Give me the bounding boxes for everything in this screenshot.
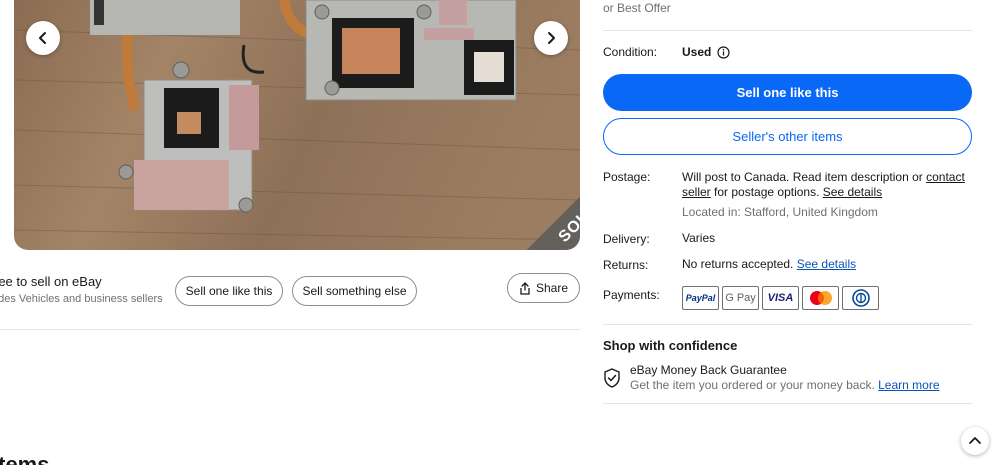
item-image-gallery: SOLD xyxy=(14,0,580,250)
mastercard-icon xyxy=(809,291,832,305)
item-location: Located in: Stafford, United Kingdom xyxy=(682,205,878,219)
diners-club-icon xyxy=(851,289,870,307)
share-button[interactable]: Share xyxy=(507,273,580,303)
postage-see-details-link[interactable]: See details xyxy=(823,185,882,199)
share-icon xyxy=(520,281,530,295)
divider xyxy=(603,324,972,325)
mastercard-logo xyxy=(802,286,839,310)
gpay-text: G Pay xyxy=(725,292,756,304)
divider xyxy=(603,30,972,31)
guarantee-sub-text: Get the item you ordered or your money b… xyxy=(630,378,879,392)
shield-check-icon xyxy=(604,368,620,388)
paypal-text: PayPal xyxy=(685,293,716,303)
learn-more-link[interactable]: Learn more xyxy=(878,378,939,392)
money-back-guarantee-title: eBay Money Back Guarantee xyxy=(630,363,787,377)
section-heading-items: items xyxy=(0,452,50,465)
sell-on-ebay-bar: ree to sell on eBay udes Vehicles and bu… xyxy=(0,268,580,330)
returns-value: No returns accepted. See details xyxy=(682,257,856,272)
payment-methods: PayPal G Pay VISA xyxy=(682,286,879,310)
info-icon[interactable] xyxy=(717,45,730,59)
paypal-logo: PayPal xyxy=(682,286,719,310)
condition-text: Used xyxy=(682,45,712,59)
best-offer-text: or Best Offer xyxy=(603,1,671,15)
diners-club-logo xyxy=(842,286,879,310)
delivery-label: Delivery: xyxy=(603,232,650,246)
sell-bar-title: ree to sell on eBay xyxy=(0,274,102,289)
visa-text: VISA xyxy=(767,292,794,304)
contact-seller-link[interactable]: contact xyxy=(926,170,965,184)
postage-value: Will post to Canada. Read item descripti… xyxy=(682,170,972,200)
condition-value: Used xyxy=(682,45,730,59)
returns-text: No returns accepted. xyxy=(682,257,797,271)
share-label: Share xyxy=(535,281,569,295)
chevron-right-icon xyxy=(548,32,555,44)
shop-with-confidence-title: Shop with confidence xyxy=(603,338,738,353)
sell-one-like-this-button[interactable]: Sell one like this xyxy=(603,74,972,111)
divider xyxy=(603,403,972,404)
payments-label: Payments: xyxy=(603,288,660,302)
postage-text-2: for postage options. xyxy=(710,185,823,199)
postage-label: Postage: xyxy=(603,170,651,184)
postage-text-1: Will post to Canada. Read item descripti… xyxy=(682,170,927,184)
delivery-value: Varies xyxy=(682,231,716,245)
visa-logo: VISA xyxy=(762,286,799,310)
back-to-top-button[interactable] xyxy=(961,427,989,455)
money-back-guarantee-text: Get the item you ordered or your money b… xyxy=(630,378,940,392)
previous-image-button[interactable] xyxy=(26,21,60,55)
sell-something-else-pill[interactable]: Sell something else xyxy=(292,276,417,306)
returns-see-details-link[interactable]: See details xyxy=(797,257,856,271)
item-photo xyxy=(14,0,580,250)
condition-label: Condition: xyxy=(603,45,658,59)
chevron-up-icon xyxy=(969,437,981,444)
google-pay-logo: G Pay xyxy=(722,286,759,310)
contact-seller-link-2[interactable]: seller xyxy=(682,185,711,199)
sell-bar-subtitle: udes Vehicles and business sellers xyxy=(0,293,163,305)
sell-one-like-this-pill[interactable]: Sell one like this xyxy=(175,276,283,306)
sellers-other-items-button[interactable]: Seller's other items xyxy=(603,118,972,155)
chevron-left-icon xyxy=(39,32,46,44)
returns-label: Returns: xyxy=(603,258,649,272)
next-image-button[interactable] xyxy=(534,21,568,55)
